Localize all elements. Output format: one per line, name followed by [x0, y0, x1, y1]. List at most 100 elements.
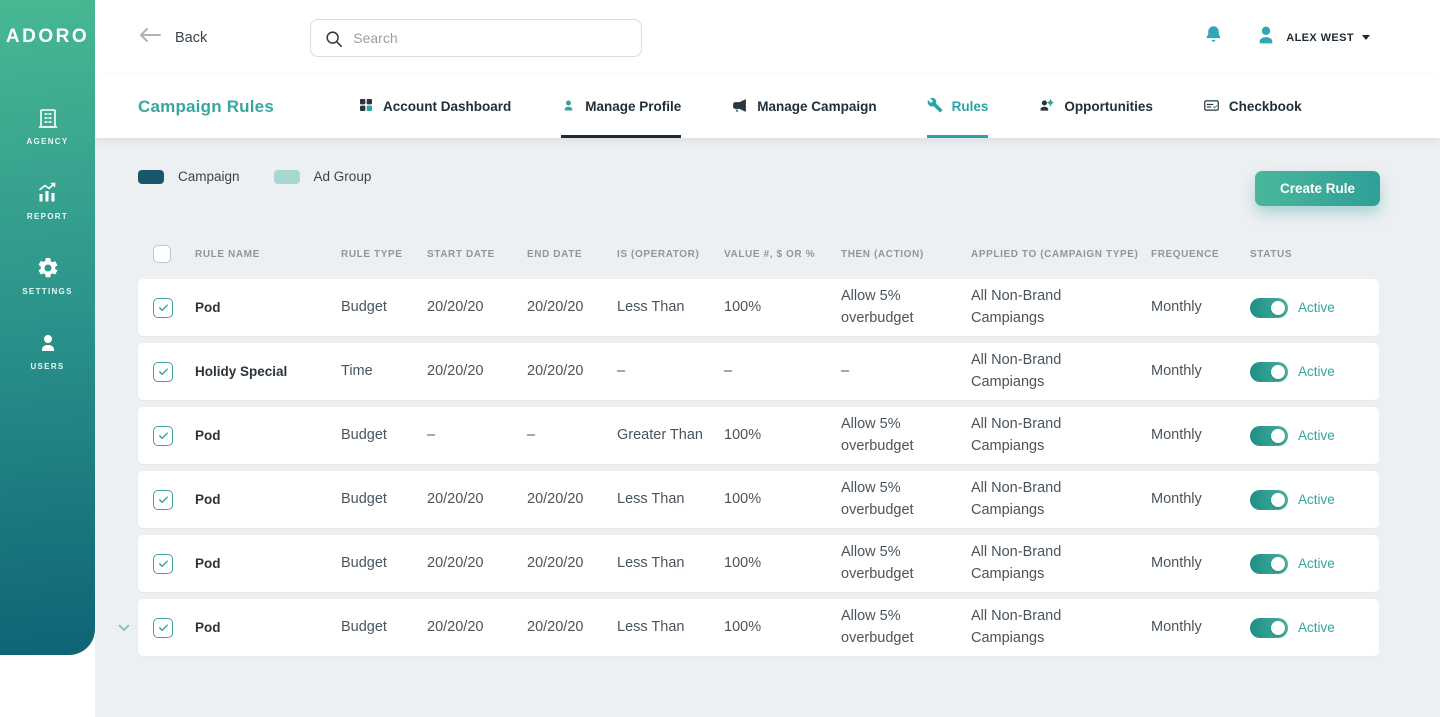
value-cell: 100% [724, 554, 762, 571]
operator-cell: Greater Than [617, 426, 703, 443]
legend: Campaign Ad Group [138, 169, 371, 184]
frequence-cell: Monthly [1151, 618, 1202, 635]
user-menu[interactable]: ALEX WEST [1254, 23, 1370, 52]
operator-cell: Less Than [617, 618, 685, 635]
sidebar-item-users[interactable]: USERS [30, 331, 64, 371]
end-date-cell: 20/20/20 [527, 618, 584, 635]
table-row: Pod Budget – – Greater Than 100% Allow 5… [138, 407, 1379, 464]
tab-label: Rules [951, 99, 989, 114]
value-cell: 100% [724, 298, 762, 315]
action-cell: – [841, 362, 850, 379]
tab-checkbook[interactable]: Checkbook [1203, 75, 1302, 138]
tab-label: Opportunities [1064, 99, 1153, 114]
row-checkbox[interactable] [153, 553, 173, 574]
search-bar [310, 18, 643, 57]
bell-icon[interactable] [1203, 24, 1224, 51]
row-checkbox[interactable] [153, 617, 173, 638]
applied-to-cell: All Non-Brand Campiangs [971, 288, 1062, 326]
status-toggle[interactable] [1250, 361, 1288, 382]
rule-type-cell: Budget [341, 618, 387, 635]
rules-icon [927, 97, 943, 116]
tab-label: Manage Profile [585, 99, 682, 114]
status-toggle[interactable] [1250, 425, 1288, 446]
legend-label: Campaign [178, 169, 240, 184]
rule-name-cell: Pod [195, 299, 221, 315]
avatar-icon [1254, 23, 1278, 52]
operator-cell: Less Than [617, 490, 685, 507]
tab-label: Account Dashboard [383, 99, 512, 114]
status-toggle[interactable] [1250, 553, 1288, 574]
back-button[interactable]: Back [138, 26, 207, 49]
profile-icon [561, 98, 576, 116]
report-icon [35, 181, 59, 205]
row-checkbox[interactable] [153, 361, 173, 382]
applied-to-cell: All Non-Brand Campiangs [971, 544, 1062, 582]
user-name: ALEX WEST [1286, 31, 1354, 44]
caret-down-icon [1362, 35, 1370, 40]
end-date-cell: 20/20/20 [527, 554, 584, 571]
sidebar-item-settings[interactable]: SETTINGS [22, 256, 72, 296]
table-body: Pod Budget 20/20/20 20/20/20 Less Than 1… [138, 279, 1379, 656]
column-header: THEN (ACTION) [841, 248, 924, 260]
column-header: APPLIED TO (CAMPAIGN TYPE) [971, 248, 1139, 260]
end-date-cell: 20/20/20 [527, 490, 584, 507]
search-input[interactable] [311, 19, 642, 56]
tab-rules[interactable]: Rules [926, 75, 989, 138]
value-cell: 100% [724, 490, 762, 507]
row-checkbox[interactable] [153, 425, 173, 446]
tab-label: Checkbook [1228, 99, 1302, 114]
start-date-cell: 20/20/20 [427, 298, 484, 315]
toggle-knob [1271, 364, 1285, 379]
collapse-chevron-icon[interactable] [118, 620, 130, 635]
rule-name-cell: Pod [195, 427, 221, 443]
tab-account-dashboard[interactable]: Account Dashboard [358, 75, 511, 138]
tab-bar: Account Dashboard Manage Profile Manage … [358, 75, 1302, 138]
value-cell: – [724, 362, 733, 379]
toggle-knob [1271, 300, 1285, 315]
status-toggle[interactable] [1250, 297, 1288, 318]
value-cell: 100% [724, 426, 762, 443]
column-header: FREQUENCE [1151, 248, 1220, 260]
tab-manage-profile[interactable]: Manage Profile [561, 75, 682, 138]
column-header: IS (OPERATOR) [617, 248, 700, 260]
operator-cell: Less Than [617, 554, 685, 571]
sidebar-nav: AGENCY REPORT SETTINGS USERS [22, 106, 72, 371]
operator-cell: Less Than [617, 298, 685, 315]
operator-cell: – [617, 362, 626, 379]
row-checkbox[interactable] [153, 297, 173, 318]
table-row: Pod Budget 20/20/20 20/20/20 Less Than 1… [138, 599, 1379, 656]
sidebar-item-agency[interactable]: AGENCY [26, 106, 68, 146]
page-title: Campaign Rules [138, 96, 274, 116]
tab-manage-campaign[interactable]: Manage Campaign [731, 75, 877, 138]
table-row: Pod Budget 20/20/20 20/20/20 Less Than 1… [138, 471, 1379, 528]
action-cell: Allow 5% overbudget [841, 544, 914, 582]
status-toggle[interactable] [1250, 617, 1288, 638]
select-all-checkbox[interactable] [153, 245, 171, 263]
end-date-cell: 20/20/20 [527, 362, 584, 379]
app-logo: ADORO [5, 26, 90, 47]
frequence-cell: Monthly [1151, 298, 1202, 315]
campaign-icon [731, 97, 748, 117]
ad-group-swatch [273, 169, 300, 184]
end-date-cell: – [527, 426, 536, 443]
rule-name-cell: Pod [195, 491, 221, 507]
start-date-cell: 20/20/20 [427, 362, 484, 379]
create-rule-button[interactable]: Create Rule [1254, 171, 1380, 206]
frequence-cell: Monthly [1151, 490, 1202, 507]
applied-to-cell: All Non-Brand Campiangs [971, 416, 1062, 454]
status-label: Active [1298, 556, 1335, 571]
rule-name-cell: Pod [195, 619, 221, 635]
applied-to-cell: All Non-Brand Campiangs [971, 608, 1062, 646]
status-toggle[interactable] [1250, 489, 1288, 510]
tab-opportunities[interactable]: Opportunities [1038, 75, 1153, 138]
sidebar-item-label: SETTINGS [22, 287, 73, 296]
frequence-cell: Monthly [1151, 362, 1202, 379]
rule-type-cell: Budget [341, 490, 387, 507]
user-icon [36, 331, 60, 355]
row-checkbox[interactable] [153, 489, 173, 510]
toggle-knob [1271, 556, 1285, 571]
sidebar-item-report[interactable]: REPORT [27, 181, 68, 221]
campaign-swatch [138, 169, 164, 184]
column-header: STATUS [1250, 248, 1293, 260]
checkbook-icon [1203, 97, 1220, 117]
